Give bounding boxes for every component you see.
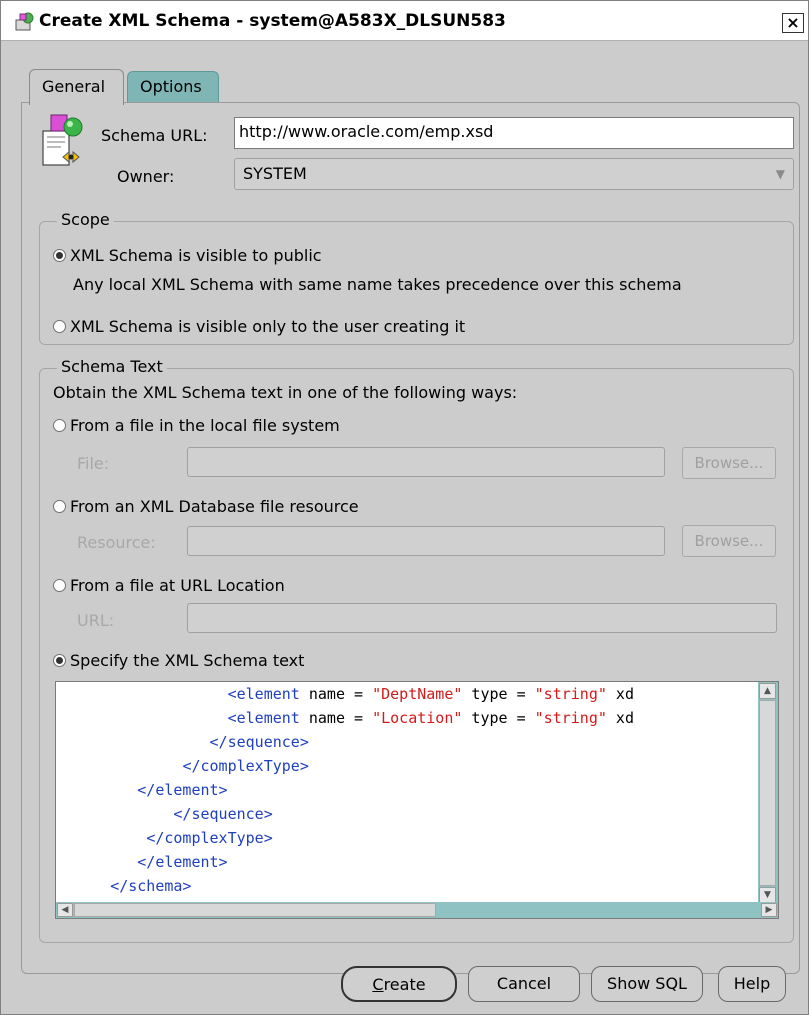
radio-unselected-icon — [53, 579, 66, 592]
create-xml-schema-dialog: Create XML Schema - system@A583X_DLSUN58… — [0, 0, 809, 1015]
code-lines: <element name = "DeptName" type = "strin… — [56, 682, 756, 904]
schema-text-intro: Obtain the XML Schema text in one of the… — [53, 383, 518, 402]
scope-private-label: XML Schema is visible only to the user c… — [70, 317, 466, 336]
close-icon[interactable]: × — [782, 13, 804, 33]
scroll-down-icon[interactable]: ▼ — [759, 887, 776, 903]
code-line: <element name = "DeptName" type = "strin… — [227, 685, 634, 703]
file-input[interactable] — [187, 447, 665, 477]
radio-selected-icon — [53, 654, 66, 667]
resource-label: Resource: — [77, 533, 156, 552]
code-line: </element> — [137, 853, 228, 871]
cancel-button[interactable]: Cancel — [468, 966, 580, 1002]
schema-text-editor[interactable]: <element name = "DeptName" type = "strin… — [55, 681, 779, 919]
create-button[interactable]: Create — [341, 966, 457, 1002]
horizontal-scroll-thumb[interactable] — [74, 903, 436, 917]
radio-unselected-icon — [53, 500, 66, 513]
owner-select-value: SYSTEM — [243, 164, 307, 183]
radio-unselected-icon — [53, 320, 66, 333]
scroll-right-icon[interactable]: ▶ — [761, 903, 777, 917]
source-db-resource-label: From an XML Database file resource — [70, 497, 359, 516]
url-label: URL: — [77, 611, 115, 630]
source-url-radio[interactable]: From a file at URL Location — [53, 576, 285, 595]
tab-general[interactable]: General — [29, 69, 124, 105]
browse-file-button[interactable]: Browse... — [682, 447, 776, 479]
file-label: File: — [77, 454, 110, 473]
code-line: </schema> — [110, 877, 192, 895]
scope-private-radio[interactable]: XML Schema is visible only to the user c… — [53, 317, 465, 336]
schema-url-input[interactable]: http://www.oracle.com/emp.xsd — [234, 117, 794, 149]
scroll-up-icon[interactable]: ▲ — [759, 683, 776, 699]
owner-select[interactable]: SYSTEM ▼ — [234, 158, 794, 190]
code-line: </sequence> — [173, 805, 273, 823]
url-input[interactable] — [187, 603, 777, 633]
show-sql-button[interactable]: Show SQL — [591, 966, 703, 1002]
source-specify-label: Specify the XML Schema text — [70, 651, 305, 670]
help-button[interactable]: Help — [718, 966, 786, 1002]
editor-vertical-scrollbar[interactable]: ▲ ▼ — [758, 682, 778, 904]
radio-selected-icon — [53, 249, 66, 262]
source-url-label: From a file at URL Location — [70, 576, 285, 595]
source-db-resource-radio[interactable]: From an XML Database file resource — [53, 497, 359, 516]
browse-resource-button[interactable]: Browse... — [682, 525, 776, 557]
source-local-file-label: From a file in the local file system — [70, 416, 340, 435]
scope-public-radio[interactable]: XML Schema is visible to public — [53, 246, 322, 265]
scope-public-label: XML Schema is visible to public — [70, 246, 322, 265]
xml-schema-document-icon — [42, 114, 83, 166]
code-line: </complexType> — [146, 829, 273, 847]
window-title: Create XML Schema - system@A583X_DLSUN58… — [39, 11, 506, 31]
schema-text-group-title: Schema Text — [57, 357, 167, 376]
scope-group-title: Scope — [57, 210, 114, 229]
code-line: </element> — [137, 781, 228, 799]
owner-label: Owner: — [117, 167, 175, 186]
create-label: reate — [383, 975, 426, 994]
vertical-scroll-thumb[interactable] — [759, 700, 776, 886]
title-bar: Create XML Schema - system@A583X_DLSUN58… — [1, 1, 808, 41]
scroll-left-icon[interactable]: ◀ — [57, 903, 73, 917]
schema-url-label: Schema URL: — [101, 126, 208, 145]
code-line: </sequence> — [209, 733, 309, 751]
chevron-down-icon: ▼ — [775, 167, 785, 181]
radio-unselected-icon — [53, 419, 66, 432]
code-line: <element name = "Location" type = "strin… — [227, 709, 634, 727]
code-line: </complexType> — [182, 757, 309, 775]
create-mnemonic: C — [372, 975, 384, 994]
source-local-file-radio[interactable]: From a file in the local file system — [53, 416, 340, 435]
resource-input[interactable] — [187, 526, 665, 556]
source-specify-radio[interactable]: Specify the XML Schema text — [53, 651, 304, 670]
tab-options[interactable]: Options — [127, 71, 219, 103]
scope-public-note: Any local XML Schema with same name take… — [73, 275, 682, 294]
xml-schema-app-icon — [15, 12, 34, 31]
editor-horizontal-scrollbar[interactable]: ◀ ▶ — [56, 902, 778, 918]
